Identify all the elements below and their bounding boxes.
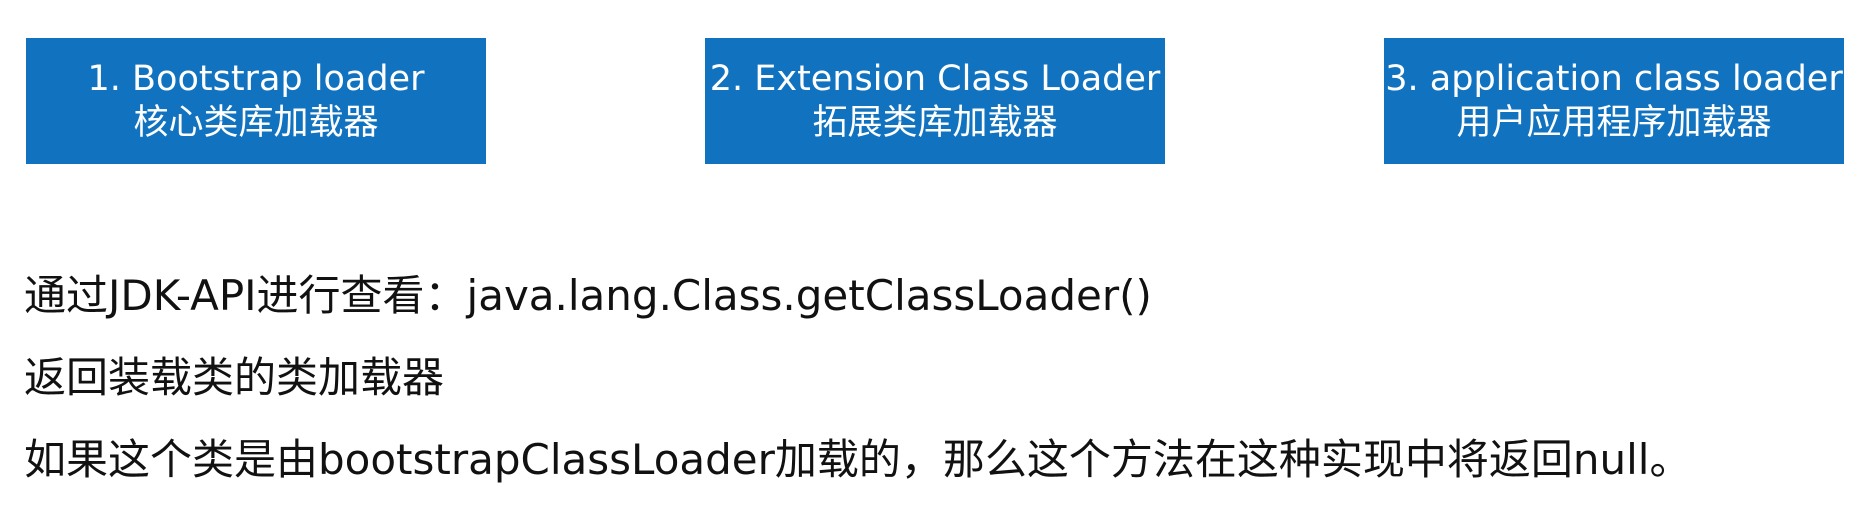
application-loader-box: 3. application class loader 用户应用程序加载器 <box>1384 38 1844 164</box>
application-loader-title: 3. application class loader <box>1385 59 1843 99</box>
api-note-line: 通过JDK-API进行查看：java.lang.Class.getClassLo… <box>24 271 1152 320</box>
extension-loader-subtitle: 拓展类库加载器 <box>812 103 1058 143</box>
null-note-line: 如果这个类是由bootstrapClassLoader加载的，那么这个方法在这种… <box>24 435 1692 484</box>
extension-loader-title: 2. Extension Class Loader <box>709 59 1161 99</box>
return-note-line: 返回装载类的类加载器 <box>24 353 445 402</box>
bootstrap-loader-box: 1. Bootstrap loader 核心类库加载器 <box>26 38 486 164</box>
extension-loader-box: 2. Extension Class Loader 拓展类库加载器 <box>705 38 1165 164</box>
bootstrap-loader-subtitle: 核心类库加载器 <box>133 103 379 143</box>
application-loader-subtitle: 用户应用程序加载器 <box>1456 103 1772 143</box>
bootstrap-loader-title: 1. Bootstrap loader <box>87 59 425 99</box>
